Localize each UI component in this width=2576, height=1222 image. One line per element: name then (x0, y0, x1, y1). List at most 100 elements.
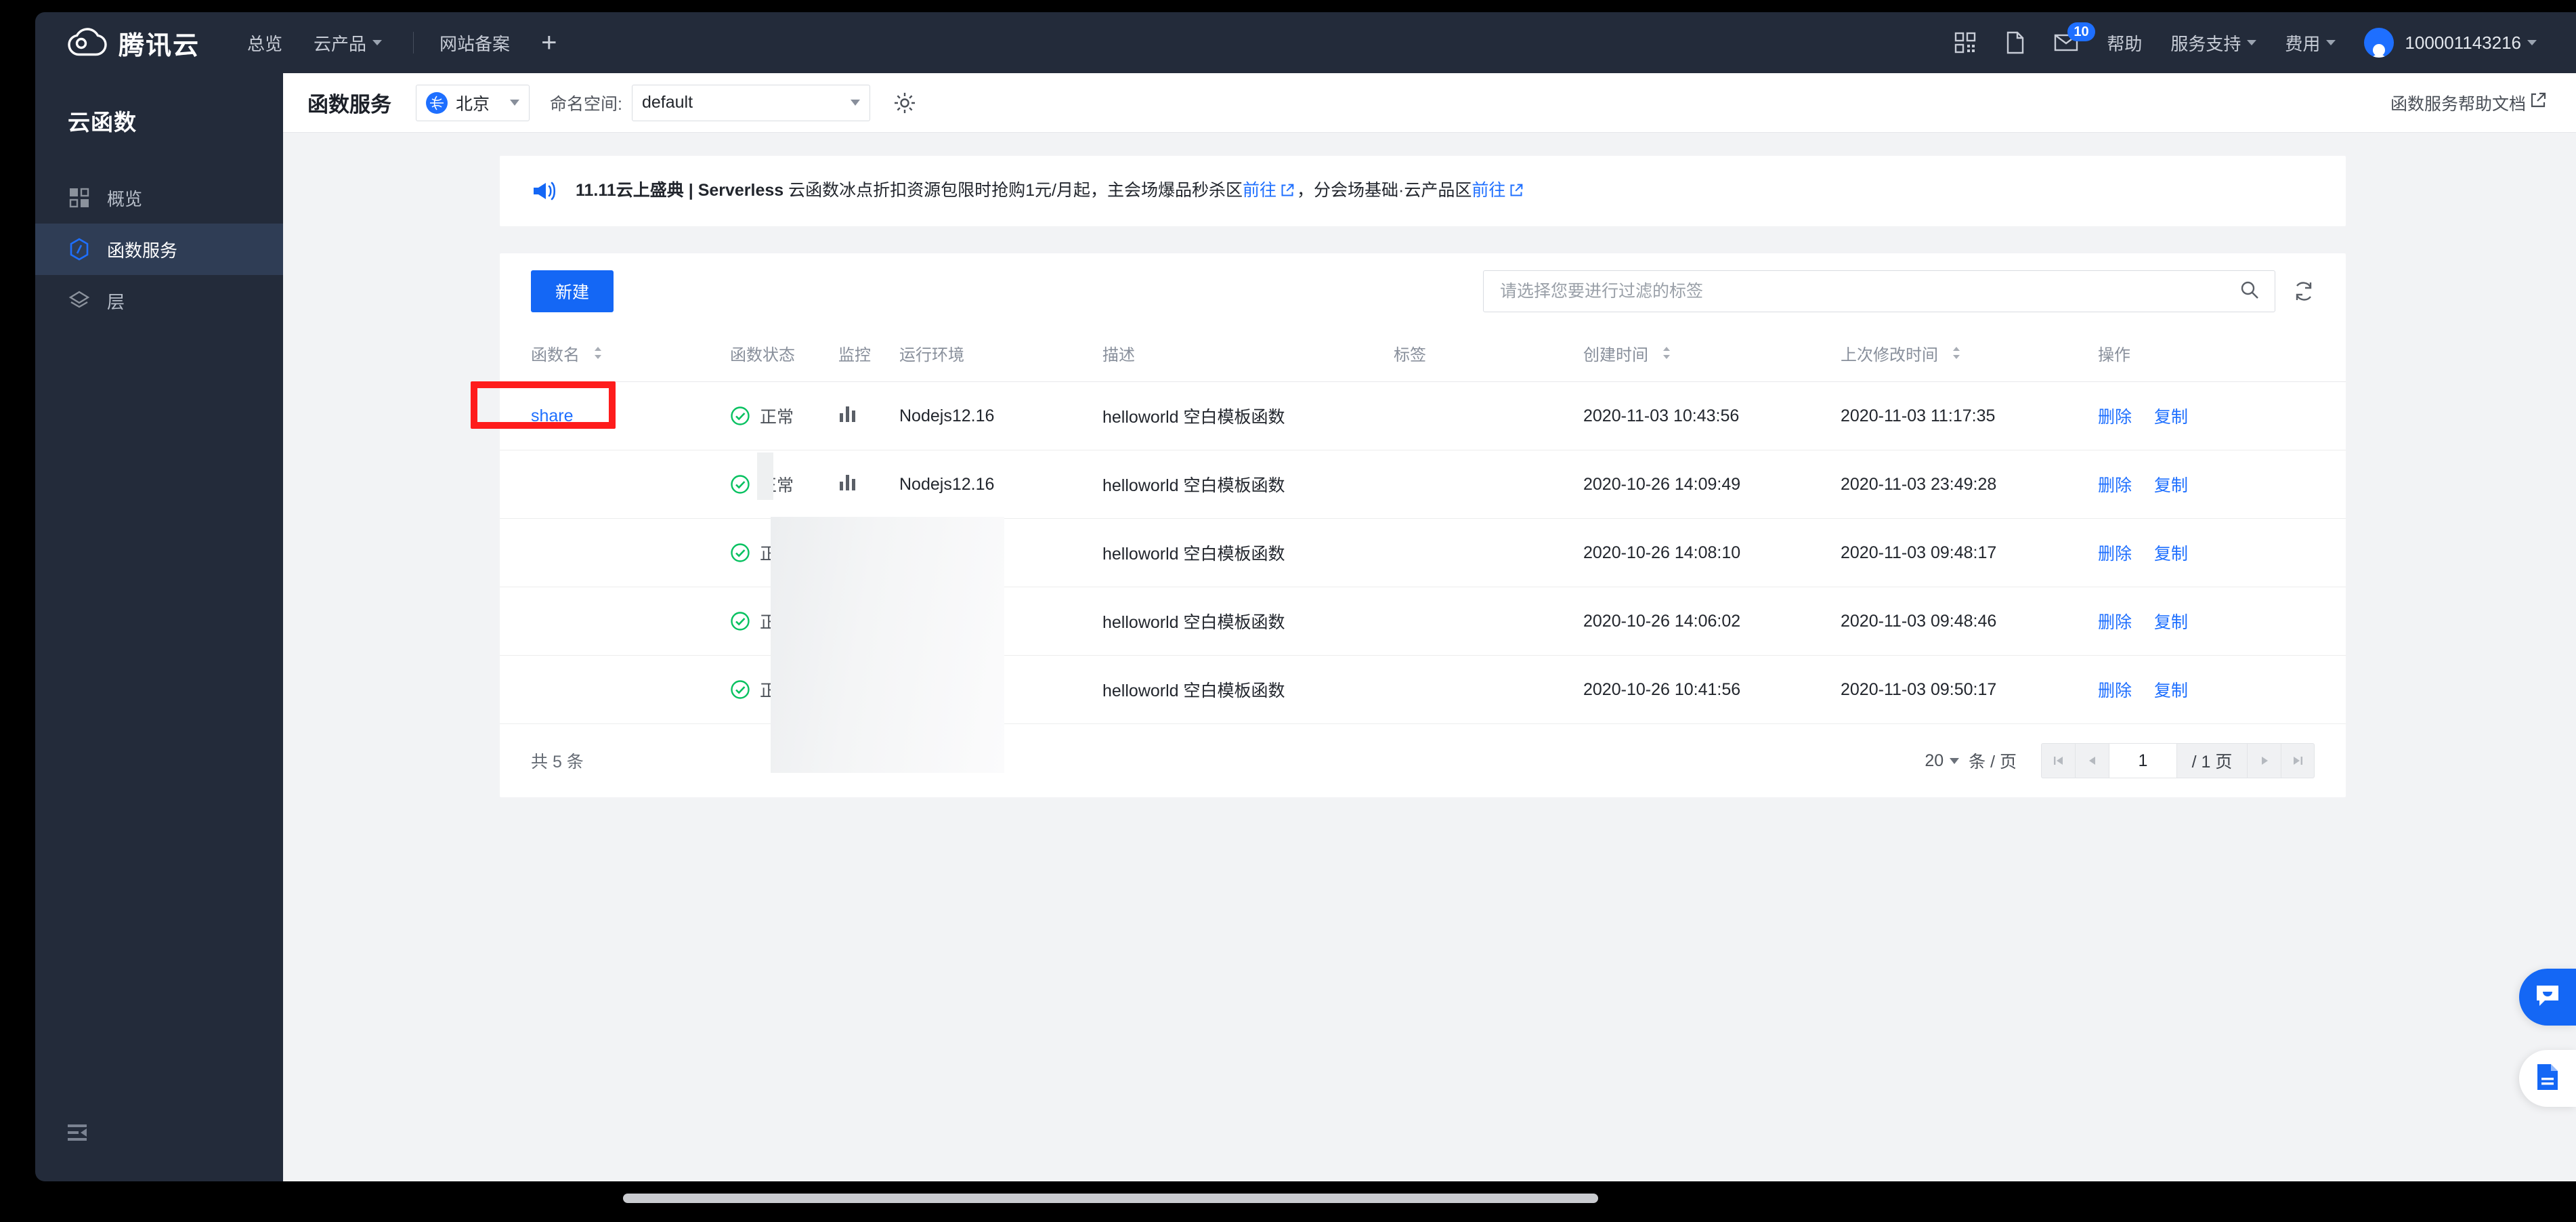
mail-icon[interactable]: 10 (2054, 33, 2078, 52)
cell-function-name (500, 587, 730, 656)
cell-created-time: 2020-10-26 14:09:49 (1583, 450, 1841, 519)
external-link-icon (1281, 180, 1294, 204)
copy-link[interactable]: 复制 (2154, 613, 2188, 632)
cell-operations: 删除 复制 (2098, 587, 2346, 656)
add-shortcut-button[interactable]: + (541, 29, 557, 56)
promo-link-1[interactable]: 前往 (1243, 181, 1276, 200)
col-header-created[interactable]: 创建时间 (1583, 329, 1841, 382)
delete-link[interactable]: 删除 (2098, 545, 2132, 564)
tag-filter-search-box[interactable] (1483, 270, 2275, 312)
prev-page-button[interactable] (2075, 743, 2109, 778)
delete-link[interactable]: 删除 (2098, 681, 2132, 700)
gear-icon[interactable] (893, 91, 916, 114)
document-icon[interactable] (2005, 31, 2025, 54)
cell-created-time: 2020-10-26 14:06:02 (1583, 587, 1841, 656)
table-row: share (500, 382, 2346, 450)
chat-support-button[interactable] (2519, 969, 2576, 1026)
last-page-button[interactable] (2281, 743, 2315, 778)
first-page-button[interactable] (2041, 743, 2075, 778)
cell-monitor (838, 450, 899, 519)
brand-name: 腾讯云 (119, 24, 200, 62)
cell-operations: 删除 复制 (2098, 382, 2346, 450)
copy-link[interactable]: 复制 (2154, 408, 2188, 427)
scrollbar-thumb[interactable] (623, 1194, 1598, 1203)
col-header-name-label: 函数名 (531, 346, 580, 364)
bar-chart-icon[interactable] (838, 404, 857, 423)
sidebar-item-layer[interactable]: 层 (35, 275, 283, 326)
account-menu[interactable]: 100001143216 (2364, 28, 2537, 58)
table-row: 正常 Nodejs12 (500, 519, 2346, 587)
sidebar-item-function-service[interactable]: 函数服务 (35, 224, 283, 275)
cell-runtime: Nodejs12.16 (899, 519, 1102, 587)
promo-prefix: 11.11云上盛典 | Serverless (576, 181, 783, 200)
col-header-name[interactable]: 函数名 (500, 329, 730, 382)
cell-status: 正常 (730, 519, 838, 587)
nav-item-billing[interactable]: 费用 (2285, 30, 2336, 56)
nav-item-overview[interactable]: 总览 (247, 30, 282, 56)
floating-action-buttons (2519, 969, 2576, 1131)
sidebar-item-overview[interactable]: 概览 (35, 172, 283, 224)
status-text: 正常 (760, 609, 794, 633)
docs-button[interactable] (2519, 1050, 2576, 1107)
promo-banner: 11.11云上盛典 | Serverless 云函数冰点折扣资源包限时抢购1元/… (500, 156, 2346, 226)
bar-chart-icon[interactable] (838, 610, 857, 629)
promo-link-2[interactable]: 前往 (1472, 181, 1505, 200)
brand-logo[interactable]: 腾讯云 (67, 24, 200, 62)
page-title: 函数服务 (307, 87, 391, 118)
nav-item-cloud-products-label: 云产品 (314, 30, 366, 56)
status-ok-icon (730, 543, 750, 563)
copy-link[interactable]: 复制 (2154, 476, 2188, 495)
megaphone-icon (531, 180, 557, 203)
refresh-icon[interactable] (2293, 280, 2315, 302)
tag-filter-input[interactable] (1500, 282, 2239, 301)
delete-link[interactable]: 删除 (2098, 476, 2132, 495)
bar-chart-icon[interactable] (838, 541, 857, 560)
help-doc-label: 函数服务帮助文档 (2390, 91, 2526, 115)
chevron-down-icon (2247, 40, 2256, 45)
bar-chart-icon[interactable] (838, 473, 857, 492)
region-selector[interactable]: 北京 (416, 85, 530, 121)
copy-link[interactable]: 复制 (2154, 545, 2188, 564)
top-navigation-bar: 腾讯云 总览 云产品 网站备案 + (35, 12, 2576, 73)
cell-monitor (838, 382, 899, 450)
nav-item-cloud-products[interactable]: 云产品 (314, 30, 382, 56)
sort-icon (593, 345, 603, 364)
cell-status: 正常 (730, 450, 838, 519)
cell-modified-time: 2020-11-03 09:48:17 (1841, 519, 2098, 587)
cell-description: helloworld 空白模板函数 (1102, 587, 1394, 656)
qrcode-icon[interactable] (1954, 31, 1977, 54)
delete-link[interactable]: 删除 (2098, 613, 2132, 632)
col-header-desc: 描述 (1102, 329, 1394, 382)
col-header-ops: 操作 (2098, 329, 2346, 382)
status-text: 正常 (760, 541, 794, 565)
bar-chart-icon[interactable] (838, 678, 857, 697)
delete-link[interactable]: 删除 (2098, 408, 2132, 427)
content-area: 11.11云上盛典 | Serverless 云函数冰点折扣资源包限时抢购1元/… (283, 133, 2576, 797)
current-page-input[interactable]: 1 (2109, 743, 2176, 778)
chevron-down-icon (2326, 40, 2336, 45)
status-ok-icon (730, 474, 750, 494)
search-icon[interactable] (2239, 280, 2260, 303)
horizontal-scrollbar[interactable] (283, 1191, 2576, 1206)
cell-monitor (838, 587, 899, 656)
search-group (1483, 270, 2315, 312)
function-name-link[interactable]: share (531, 406, 574, 425)
total-count-text: 共 5 条 (531, 749, 584, 773)
nav-divider (413, 32, 414, 54)
help-doc-link[interactable]: 函数服务帮助文档 (2390, 91, 2549, 115)
col-header-desc-label: 描述 (1102, 346, 1135, 364)
create-function-button[interactable]: 新建 (531, 270, 614, 312)
nav-item-website-filing[interactable]: 网站备案 (439, 30, 510, 56)
page-size-selector[interactable]: 20 条 / 页 (1925, 749, 2017, 773)
namespace-selector[interactable]: default (632, 85, 870, 121)
cell-tag (1394, 656, 1583, 724)
cell-status: 正常 (730, 656, 838, 724)
copy-link[interactable]: 复制 (2154, 681, 2188, 700)
nav-item-help[interactable]: 帮助 (2107, 30, 2142, 56)
cell-runtime: Nodejs12.16 (899, 656, 1102, 724)
cell-description: helloworld 空白模板函数 (1102, 450, 1394, 519)
col-header-modified[interactable]: 上次修改时间 (1841, 329, 2098, 382)
collapse-sidebar-icon[interactable] (68, 1123, 95, 1143)
nav-item-service-support[interactable]: 服务支持 (2170, 30, 2256, 56)
next-page-button[interactable] (2247, 743, 2281, 778)
